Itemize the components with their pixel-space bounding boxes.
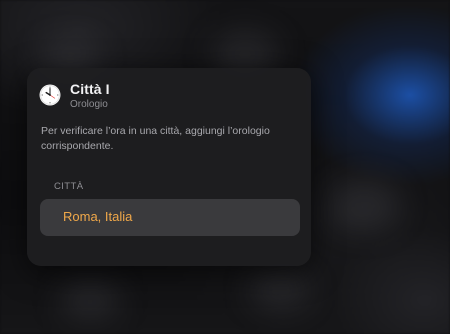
widget-title: Città I: [70, 81, 110, 97]
city-row-rome[interactable]: Roma, Italia: [40, 199, 300, 236]
clock-icon: [39, 84, 61, 106]
city-name: Roma, Italia: [63, 209, 133, 224]
cities-section-header: CITTÀ: [54, 181, 84, 192]
widget-subtitle: Orologio: [70, 99, 108, 110]
widget-description: Per verificare l’ora in una città, aggiu…: [41, 125, 270, 152]
world-clock-widget: Città I Orologio Per verificare l’ora in…: [27, 68, 311, 266]
